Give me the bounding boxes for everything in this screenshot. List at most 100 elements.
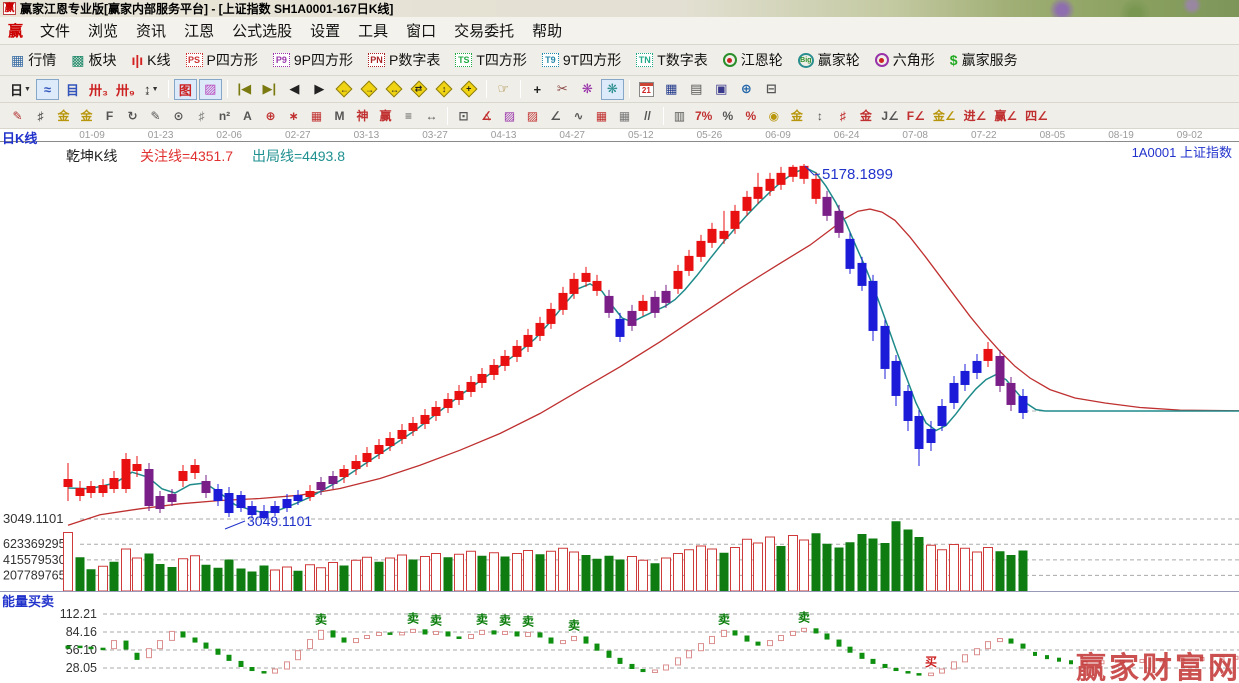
tool-next[interactable]: ▶	[308, 79, 331, 100]
tool-ying-tool[interactable]: 赢	[375, 106, 396, 125]
menu-item-9[interactable]: 帮助	[523, 17, 571, 44]
candle-body	[558, 292, 568, 310]
tool-net-teal[interactable]: ❋	[600, 78, 624, 100]
tool-grid-red[interactable]: ▦	[591, 106, 612, 125]
tool-grid-gray[interactable]: ▦	[614, 106, 635, 125]
kline-chart-svg[interactable]: 623369295 415579530207789765 112.21 84.16 56…	[0, 142, 1239, 683]
tool-candle-3[interactable]: 卅₃	[86, 79, 111, 100]
tool-pen-2[interactable]: ✎	[145, 106, 166, 125]
menu-item-4[interactable]: 公式选股	[223, 17, 301, 44]
tool-gold-lines-2[interactable]: 金	[76, 106, 97, 125]
tool-t-table[interactable]: TN T数字表	[633, 48, 711, 72]
menu-item-1[interactable]: 浏览	[79, 17, 127, 44]
menu-item-3[interactable]: 江恩	[175, 17, 223, 44]
tool-j-angle[interactable]: J∠	[878, 106, 901, 125]
menu-item-8[interactable]: 交易委托	[445, 17, 523, 44]
tool-notes[interactable]: ▤	[685, 79, 708, 100]
menu-item-2[interactable]: 资讯	[127, 17, 175, 44]
tool-spiral[interactable]: ↻	[122, 106, 143, 125]
tool-gold-circle[interactable]: ◉	[763, 106, 784, 125]
tool-slashes[interactable]: //	[637, 106, 658, 125]
tool-gann-lines[interactable]: ♯	[30, 106, 51, 125]
tool-p-square[interactable]: PS P四方形	[183, 48, 261, 72]
period-label[interactable]: 日K线	[2, 128, 37, 147]
tool-quotes[interactable]: ▦ 行情	[8, 48, 59, 72]
tool-gold-under[interactable]: 金	[786, 106, 807, 125]
tool-shen-tool[interactable]: 神	[352, 106, 373, 125]
tool-chart-red[interactable]: 图	[173, 78, 197, 100]
tool-zoom-all[interactable]: +	[458, 79, 481, 100]
tool-gold-lines-1[interactable]: 金	[53, 106, 74, 125]
tool-gann-wheel[interactable]: 江恩轮	[720, 48, 786, 72]
tool-calendar[interactable]: 21	[635, 79, 658, 100]
tool-zoom-left[interactable]: ←	[333, 79, 356, 100]
tool-angle-a[interactable]: A	[237, 106, 258, 125]
tool-net-purple[interactable]: ❋	[576, 79, 599, 100]
tool-gold-grid[interactable]: ♯	[832, 106, 853, 125]
menu-item-0[interactable]: 文件	[31, 17, 79, 44]
tool-path-tool[interactable]: ✂	[551, 79, 574, 100]
tool-t-square[interactable]: TS T四方形	[452, 48, 530, 72]
tool-info-list[interactable]: 目	[61, 79, 84, 100]
tool-9p-square[interactable]: P9 9P四方形	[270, 48, 356, 72]
tool-zoom-right[interactable]: →	[358, 79, 381, 100]
tool-grid-lines[interactable]: ♯	[191, 106, 212, 125]
tool-web-box[interactable]: ▦	[306, 106, 327, 125]
tool-calculator[interactable]: ▦	[660, 79, 683, 100]
tool-winner-service[interactable]: $ 赢家服务	[947, 48, 1021, 72]
tool-prev[interactable]: ◀	[283, 79, 306, 100]
tool-rect-tool[interactable]: ⊡	[453, 106, 474, 125]
tool-percent-5[interactable]: %	[740, 106, 761, 125]
tool-9t-square[interactable]: T9 9T四方形	[539, 48, 624, 72]
tool-period-day-dropdown[interactable]: 日 ▼	[7, 79, 34, 100]
tool-zoom-swap[interactable]: ⇄	[408, 79, 431, 100]
tool-save[interactable]: ▣	[710, 79, 733, 100]
tool-grid-diag-red[interactable]: ▨	[522, 106, 543, 125]
tool-target[interactable]: ⊕	[260, 106, 281, 125]
tool-measure[interactable]: ↕	[809, 106, 830, 125]
tool-fib-lines[interactable]: F	[99, 106, 120, 125]
chart-area[interactable]: 623369295 415579530 207789765 112.21 84.16 56…	[0, 142, 1239, 683]
tool-web-red[interactable]: ∗	[283, 106, 304, 125]
tool-dynamic-wave[interactable]: ≈	[35, 78, 59, 100]
tool-zoom-h[interactable]: ↔	[383, 79, 406, 100]
tool-hand-tool[interactable]: ☞	[492, 79, 515, 100]
tool-wave-tool[interactable]: ∿	[568, 106, 589, 125]
tool-last[interactable]: ▶|	[258, 79, 281, 100]
tool-angle-tool[interactable]: ∠	[545, 106, 566, 125]
tool-jin-angle[interactable]: 进∠	[961, 106, 990, 125]
tool-kline[interactable]: ı|ı K线	[128, 48, 173, 72]
tool-chart-color[interactable]: ▨	[198, 78, 222, 100]
tool-wave-m[interactable]: M	[329, 106, 350, 125]
menu-item-7[interactable]: 窗口	[397, 17, 445, 44]
tool-zoom-v[interactable]: ↕	[433, 79, 456, 100]
tool-first[interactable]: |◀	[233, 79, 256, 100]
menu-item-5[interactable]: 设置	[301, 17, 349, 44]
tool-fan-lines[interactable]: ∡	[476, 106, 497, 125]
tool-hexagon[interactable]: 六角形	[872, 48, 938, 72]
tool-percent-7[interactable]: 7%	[692, 106, 715, 125]
title-bar[interactable]: 赢 赢家江恩专业版[赢家内部服务平台] - [上证指数 SH1A0001-167…	[0, 0, 1239, 17]
tool-n-square[interactable]: n²	[214, 106, 235, 125]
tool-bars-tool[interactable]: ▥	[669, 106, 690, 125]
tool-p-table[interactable]: PN P数字表	[365, 48, 443, 72]
tool-si-angle[interactable]: 四∠	[1022, 106, 1051, 125]
tool-sectors[interactable]: ▩ 板块	[68, 48, 119, 72]
tool-print[interactable]: ⊟	[760, 79, 783, 100]
tool-ying-angle[interactable]: 赢∠	[991, 106, 1020, 125]
tool-f-angle[interactable]: F∠	[904, 106, 928, 125]
tool-gold-red[interactable]: 金	[855, 106, 876, 125]
tool-crosshair[interactable]: +	[526, 79, 549, 100]
menu-item-6[interactable]: 工具	[349, 17, 397, 44]
tool-gold-angle[interactable]: 金∠	[930, 106, 959, 125]
tool-drop-tool[interactable]: ↨ ▼	[140, 79, 163, 100]
tool-grid-diag-purple[interactable]: ▨	[499, 106, 520, 125]
tool-h-expand[interactable]: ↔	[421, 106, 442, 125]
tool-ruler-123[interactable]: ≡	[398, 106, 419, 125]
tool-percent[interactable]: %	[717, 106, 738, 125]
tool-pen[interactable]: ✎	[7, 106, 28, 125]
tool-winner-wheel[interactable]: Big 赢家轮	[795, 48, 863, 72]
tool-cycle-clock[interactable]: ⊙	[168, 106, 189, 125]
tool-candle-9[interactable]: 卅₉	[113, 79, 138, 100]
tool-web[interactable]: ⊕	[735, 79, 758, 100]
